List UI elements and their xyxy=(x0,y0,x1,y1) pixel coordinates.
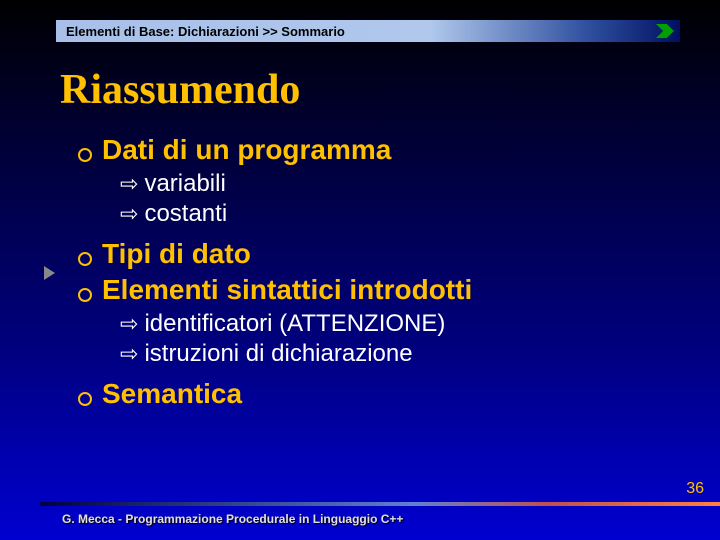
bullet-item: Elementi sintattici introdotti xyxy=(78,274,680,306)
sub-bullet-text: istruzioni di dichiarazione xyxy=(144,340,412,368)
bullet-circle-icon xyxy=(78,148,92,162)
bullet-text: Elementi sintattici introdotti xyxy=(102,274,472,306)
header-bar: Elementi di Base: Dichiarazioni >> Somma… xyxy=(56,20,680,42)
sub-bullet-text: costanti xyxy=(144,200,227,228)
arrow-icon: ⇨ xyxy=(120,201,138,227)
next-slide-icon[interactable] xyxy=(656,24,674,38)
breadcrumb: Elementi di Base: Dichiarazioni >> Somma… xyxy=(66,24,345,39)
sub-bullet-item: ⇨ variabili xyxy=(120,170,680,198)
footer-divider xyxy=(40,502,720,506)
bullet-circle-icon xyxy=(78,252,92,266)
bullet-text: Tipi di dato xyxy=(102,238,251,270)
sub-bullet-item: ⇨ costanti xyxy=(120,200,680,228)
footer-author: G. Mecca - Programmazione Procedurale in… xyxy=(62,512,403,526)
bullet-item: Semantica xyxy=(78,378,680,410)
slide-content: Dati di un programma ⇨ variabili ⇨ costa… xyxy=(78,134,680,414)
bullet-text: Dati di un programma xyxy=(102,134,391,166)
sub-bullet-item: ⇨ identificatori (ATTENZIONE) xyxy=(120,310,680,338)
arrow-icon: ⇨ xyxy=(120,311,138,337)
bullet-circle-icon xyxy=(78,392,92,406)
sub-bullet-text: variabili xyxy=(144,170,225,198)
arrow-icon: ⇨ xyxy=(120,171,138,197)
bullet-circle-icon xyxy=(78,288,92,302)
slide-title: Riassumendo xyxy=(60,66,300,114)
bullet-item: Tipi di dato xyxy=(78,238,680,270)
bullet-item: Dati di un programma xyxy=(78,134,680,166)
sub-bullet-text: identificatori (ATTENZIONE) xyxy=(144,310,445,338)
pointer-icon xyxy=(44,266,55,280)
sub-bullet-item: ⇨ istruzioni di dichiarazione xyxy=(120,340,680,368)
page-number: 36 xyxy=(686,480,704,498)
arrow-icon: ⇨ xyxy=(120,341,138,367)
bullet-text: Semantica xyxy=(102,378,242,410)
